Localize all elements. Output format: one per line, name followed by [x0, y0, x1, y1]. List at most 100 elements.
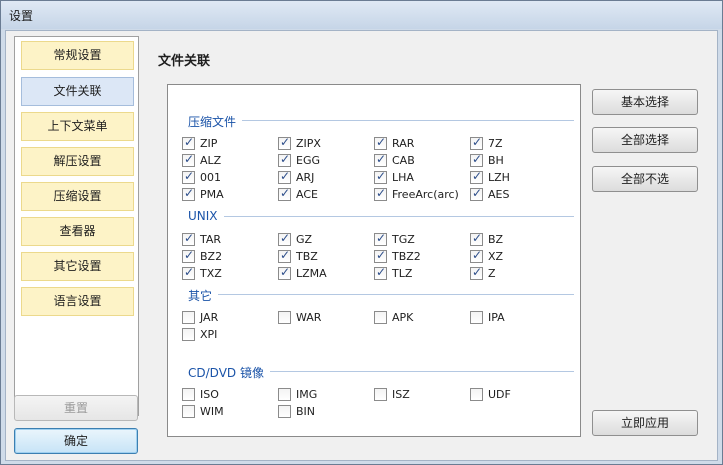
checkbox-tlz[interactable]: TLZ	[374, 265, 412, 281]
checkbox-tgz[interactable]: TGZ	[374, 231, 415, 247]
checkbox-lzma[interactable]: LZMA	[278, 265, 327, 281]
checkbox-isz[interactable]: ISZ	[374, 386, 410, 402]
checkbox-label: CAB	[392, 153, 415, 167]
checkbox-label: WIM	[200, 404, 224, 418]
checkbox-img[interactable]: IMG	[278, 386, 317, 402]
checkbox-egg[interactable]: EGG	[278, 152, 320, 168]
checkbox-checked-icon	[278, 135, 291, 150]
select-none-button[interactable]: 全部不选	[592, 166, 698, 192]
sidebar-item-context-menu[interactable]: 上下文菜单	[21, 112, 134, 141]
checkbox-001[interactable]: 001	[182, 169, 221, 185]
checkbox-bz2[interactable]: BZ2	[182, 248, 222, 264]
checkbox-gz[interactable]: GZ	[278, 231, 312, 247]
checkbox-aes[interactable]: AES	[470, 186, 509, 202]
sidebar-item-extract[interactable]: 解压设置	[21, 147, 134, 176]
checkbox-apk[interactable]: APK	[374, 309, 413, 325]
select-all-button[interactable]: 全部选择	[592, 127, 698, 153]
checkbox-checked-icon	[470, 231, 483, 246]
checkbox-label: 7Z	[488, 136, 503, 150]
checkbox-txz[interactable]: TXZ	[182, 265, 222, 281]
checkbox-jar[interactable]: JAR	[182, 309, 218, 325]
checkbox-label: TGZ	[392, 232, 415, 246]
reset-button[interactable]: 重置	[14, 395, 138, 421]
checkbox-label: TAR	[200, 232, 222, 246]
apply-now-button[interactable]: 立即应用	[592, 410, 698, 436]
sidebar-item-viewer[interactable]: 查看器	[21, 217, 134, 246]
checkbox-7z[interactable]: 7Z	[470, 135, 503, 151]
checkbox-tbz[interactable]: TBZ	[278, 248, 318, 264]
checkbox-checked-icon	[182, 186, 195, 201]
file-association-panel: 压缩文件 ZIP ZIPX RAR 7Z ALZ EGG CAB BH 001 ARJ LHA LZH P…	[167, 84, 581, 437]
checkbox-pma[interactable]: PMA	[182, 186, 224, 202]
checkbox-checked-icon	[470, 135, 483, 150]
title-bar[interactable]: 设置	[1, 1, 722, 29]
page-title: 文件关联	[158, 54, 211, 69]
checkbox-unchecked-icon	[182, 310, 195, 324]
group-title: CD/DVD 镜像	[188, 366, 264, 380]
checkbox-freearc-arc[interactable]: FreeArc(arc)	[374, 186, 459, 202]
checkbox-checked-icon	[278, 152, 291, 167]
checkbox-label: RAR	[392, 136, 415, 150]
sidebar-item-file-association[interactable]: 文件关联	[21, 77, 134, 106]
checkbox-checked-icon	[374, 152, 387, 167]
checkbox-label: TBZ2	[392, 249, 421, 263]
checkbox-label: PMA	[200, 187, 224, 201]
checkbox-arj[interactable]: ARJ	[278, 169, 314, 185]
checkbox-udf[interactable]: UDF	[470, 386, 511, 402]
checkbox-label: ACE	[296, 187, 318, 201]
sidebar-item-other[interactable]: 其它设置	[21, 252, 134, 281]
checkbox-ace[interactable]: ACE	[278, 186, 318, 202]
ok-button[interactable]: 确定	[14, 428, 138, 454]
checkbox-label: IMG	[296, 387, 318, 401]
checkbox-label: WAR	[296, 310, 322, 324]
group-title: 其它	[188, 289, 213, 303]
checkbox-z[interactable]: Z	[470, 265, 496, 281]
sidebar-item-compress[interactable]: 压缩设置	[21, 182, 134, 211]
checkbox-label: TBZ	[296, 249, 318, 263]
checkbox-unchecked-icon	[470, 310, 483, 324]
sidebar-item-language[interactable]: 语言设置	[21, 287, 134, 316]
basic-select-button[interactable]: 基本选择	[592, 89, 698, 115]
checkbox-label: ZIPX	[296, 136, 321, 150]
checkbox-cab[interactable]: CAB	[374, 152, 415, 168]
checkbox-wim[interactable]: WIM	[182, 403, 224, 419]
checkbox-zip[interactable]: ZIP	[182, 135, 217, 151]
checkbox-label: XPI	[200, 327, 218, 341]
checkbox-bz[interactable]: BZ	[470, 231, 503, 247]
sidebar-nav: 常规设置 文件关联 上下文菜单 解压设置 压缩设置 查看器 其它设置 语言设置	[14, 36, 139, 416]
checkbox-ipa[interactable]: IPA	[470, 309, 505, 325]
checkbox-checked-icon	[374, 265, 387, 280]
checkbox-lzh[interactable]: LZH	[470, 169, 510, 185]
checkbox-zipx[interactable]: ZIPX	[278, 135, 321, 151]
checkbox-bin[interactable]: BIN	[278, 403, 315, 419]
checkbox-tbz2[interactable]: TBZ2	[374, 248, 421, 264]
checkbox-xz[interactable]: XZ	[470, 248, 503, 264]
checkbox-label: IPA	[488, 310, 505, 324]
checkbox-label: JAR	[200, 310, 219, 324]
checkbox-label: BIN	[296, 404, 316, 418]
sidebar-item-general[interactable]: 常规设置	[21, 41, 134, 70]
window-title: 设置	[9, 9, 34, 23]
checkbox-checked-icon	[374, 186, 387, 201]
checkbox-checked-icon	[374, 169, 387, 184]
checkbox-label: BZ	[488, 232, 504, 246]
checkbox-tar[interactable]: TAR	[182, 231, 221, 247]
checkbox-bh[interactable]: BH	[470, 152, 504, 168]
checkbox-checked-icon	[278, 248, 291, 263]
checkbox-xpi[interactable]: XPI	[182, 326, 217, 342]
checkbox-rar[interactable]: RAR	[374, 135, 414, 151]
checkbox-checked-icon	[182, 152, 195, 167]
checkbox-alz[interactable]: ALZ	[182, 152, 221, 168]
checkbox-checked-icon	[182, 169, 195, 184]
checkbox-label: TXZ	[200, 266, 222, 280]
checkbox-iso[interactable]: ISO	[182, 386, 219, 402]
checkbox-war[interactable]: WAR	[278, 309, 321, 325]
checkbox-label: LZH	[488, 170, 510, 184]
checkbox-label: ZIP	[200, 136, 218, 150]
group-divider	[218, 294, 574, 295]
settings-window: 设置 常规设置 文件关联 上下文菜单 解压设置 压缩设置 查看器 其它设置 语言…	[0, 0, 723, 465]
checkbox-unchecked-icon	[470, 387, 483, 401]
checkbox-label: LHA	[392, 170, 414, 184]
checkbox-lha[interactable]: LHA	[374, 169, 414, 185]
checkbox-unchecked-icon	[374, 387, 387, 401]
